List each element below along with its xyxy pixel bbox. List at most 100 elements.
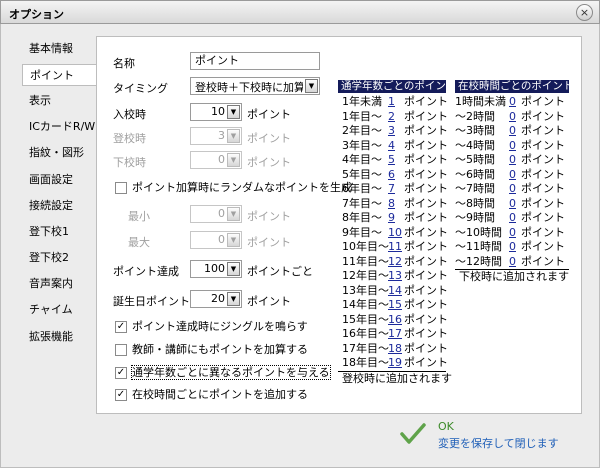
row-value-link[interactable]: 5 — [388, 153, 395, 168]
chevron-down-icon[interactable]: ▼ — [227, 207, 240, 221]
sidebar-item-connection[interactable]: 接続設定 — [22, 195, 96, 217]
sidebar-item-chime[interactable]: チャイム — [22, 299, 96, 321]
sidebar-item-fingerprint[interactable]: 指紋・図形 — [22, 142, 96, 164]
name-input[interactable]: ポイント — [190, 52, 320, 70]
chevron-down-icon[interactable]: ▼ — [227, 129, 240, 143]
row-label: 16年目～ — [342, 327, 389, 340]
checkbox-checked-icon[interactable]: ✓ — [115, 367, 127, 379]
jingle-checkbox[interactable]: ✓ ポイント達成時にジングルを鳴らす — [115, 320, 308, 336]
teacher-checkbox[interactable]: 教師・講師にもポイントを加算する — [115, 343, 308, 359]
row-value-link[interactable]: 18 — [388, 342, 402, 357]
min-points-select[interactable]: 0 ▼ — [190, 205, 242, 223]
row-label: 12年目～ — [342, 269, 389, 282]
timing-label: タイミング — [113, 82, 168, 95]
row-label: ～7時間 — [455, 182, 495, 195]
row-value-link[interactable]: 6 — [388, 168, 395, 183]
row-label: 4年目～ — [342, 153, 382, 166]
row-unit: ポイント — [404, 109, 448, 123]
row-unit: ポイント — [404, 95, 448, 108]
checkbox-box[interactable] — [115, 182, 127, 194]
row-value-link[interactable]: 0 — [509, 182, 516, 197]
row-value-link[interactable]: 3 — [388, 124, 395, 139]
row-value-link[interactable]: 9 — [388, 211, 395, 226]
sidebar-item-voice[interactable]: 音声案内 — [22, 273, 96, 295]
row-value-link[interactable]: 0 — [509, 110, 516, 125]
years-label: 通学年数ごとに異なるポイントを与える — [131, 365, 331, 380]
row-value-link[interactable]: 0 — [509, 153, 516, 168]
row-value-link[interactable]: 15 — [388, 298, 402, 313]
row-value-link[interactable]: 13 — [388, 269, 402, 284]
row-value-link[interactable]: 0 — [509, 255, 516, 270]
row-value-link[interactable]: 0 — [509, 168, 516, 183]
birthday-points-select[interactable]: 20 ▼ — [190, 290, 242, 308]
years-checkbox[interactable]: ✓ 通学年数ごとに異なるポイントを与える — [115, 365, 331, 382]
row-value-link[interactable]: 7 — [388, 182, 395, 197]
row-value-link[interactable]: 16 — [388, 313, 402, 328]
table-row: 12年目～ 13 ポイント — [338, 269, 448, 284]
row-value-link[interactable]: 11 — [388, 240, 402, 255]
chevron-down-icon[interactable]: ▼ — [227, 105, 240, 119]
row-value-link[interactable]: 14 — [388, 284, 402, 299]
chevron-down-icon[interactable]: ▼ — [227, 292, 240, 306]
table-row: ～10時間 0 ポイント — [455, 226, 569, 241]
checkbox-checked-icon[interactable]: ✓ — [115, 389, 127, 401]
row-label: ～3時間 — [455, 124, 495, 137]
row-value-link[interactable]: 0 — [509, 139, 516, 154]
sidebar-item-points[interactable]: ポイント — [22, 64, 98, 86]
row-label: 8年目～ — [342, 211, 382, 224]
chevron-down-icon[interactable]: ▼ — [227, 233, 240, 247]
row-label: 13年目～ — [342, 283, 389, 297]
row-value-link[interactable]: 0 — [509, 124, 516, 139]
max-points-select[interactable]: 0 ▼ — [190, 231, 242, 249]
arrive-points-select[interactable]: 3 ▼ — [190, 127, 242, 145]
row-value-link[interactable]: 8 — [388, 197, 395, 212]
row-label: ～9時間 — [455, 211, 495, 224]
chevron-down-icon[interactable]: ▼ — [305, 79, 318, 93]
hours-checkbox[interactable]: ✓ 在校時間ごとにポイントを追加する — [115, 388, 308, 404]
random-points-checkbox[interactable]: ポイント加算時にランダムなポイントを生成 — [115, 181, 352, 197]
birthday-points-value: 20 — [211, 292, 225, 305]
sidebar-item-attendance1[interactable]: 登下校1 — [22, 221, 96, 243]
achieve-points-select[interactable]: 100 ▼ — [190, 260, 242, 278]
table-row: 15年目～ 16 ポイント — [338, 313, 448, 328]
row-value-link[interactable]: 0 — [509, 226, 516, 241]
row-value-link[interactable]: 0 — [509, 197, 516, 212]
checkbox-checked-icon[interactable]: ✓ — [115, 321, 127, 333]
table-row: 14年目～ 15 ポイント — [338, 298, 448, 313]
row-value-link[interactable]: 10 — [388, 226, 402, 241]
row-label: 9年目～ — [342, 225, 382, 239]
years-table-footer: 登校時に追加されます — [338, 370, 452, 385]
close-icon[interactable]: × — [576, 4, 593, 21]
row-value-link[interactable]: 19 — [388, 356, 402, 371]
sidebar-item-basic[interactable]: 基本情報 — [22, 38, 96, 60]
table-row: ～2時間 0 ポイント — [455, 110, 569, 125]
leave-points-select[interactable]: 0 ▼ — [190, 151, 242, 169]
row-value-link[interactable]: 0 — [509, 211, 516, 226]
row-value-link[interactable]: 0 — [509, 95, 516, 110]
row-value-link[interactable]: 4 — [388, 139, 395, 154]
table-row: 17年目～ 18 ポイント — [338, 341, 448, 357]
row-value-link[interactable]: 1 — [388, 95, 395, 110]
chevron-down-icon[interactable]: ▼ — [227, 153, 240, 167]
sidebar-item-extensions[interactable]: 拡張機能 — [22, 326, 96, 348]
sidebar-item-icreader[interactable]: ICカードR/W — [22, 116, 96, 138]
chevron-down-icon[interactable]: ▼ — [227, 262, 240, 276]
row-value-link[interactable]: 12 — [388, 255, 402, 270]
row-value-link[interactable]: 0 — [509, 240, 516, 255]
row-label: 17年目～ — [342, 341, 389, 355]
timing-select[interactable]: 登校時＋下校時に加算 ▼ — [190, 77, 320, 95]
sidebar-item-screen[interactable]: 画面設定 — [22, 169, 96, 191]
row-value-link[interactable]: 17 — [388, 327, 402, 342]
min-label: 最小 — [128, 210, 150, 223]
row-label: 1年目～ — [342, 109, 382, 123]
sidebar-item-display[interactable]: 表示 — [22, 90, 96, 112]
ok-button-title: OK — [438, 420, 454, 433]
sidebar-item-attendance2[interactable]: 登下校2 — [22, 247, 96, 269]
enter-points-select[interactable]: 10 ▼ — [190, 103, 242, 121]
random-points-label: ポイント加算時にランダムなポイントを生成 — [132, 181, 352, 194]
row-value-link[interactable]: 2 — [388, 110, 395, 125]
max-points-value: 0 — [218, 233, 225, 246]
ok-button[interactable]: OK 変更を保存して閉じます — [400, 420, 600, 452]
checkbox-box[interactable] — [115, 344, 127, 356]
table-row: 1時間未満 0 ポイント — [455, 95, 569, 110]
